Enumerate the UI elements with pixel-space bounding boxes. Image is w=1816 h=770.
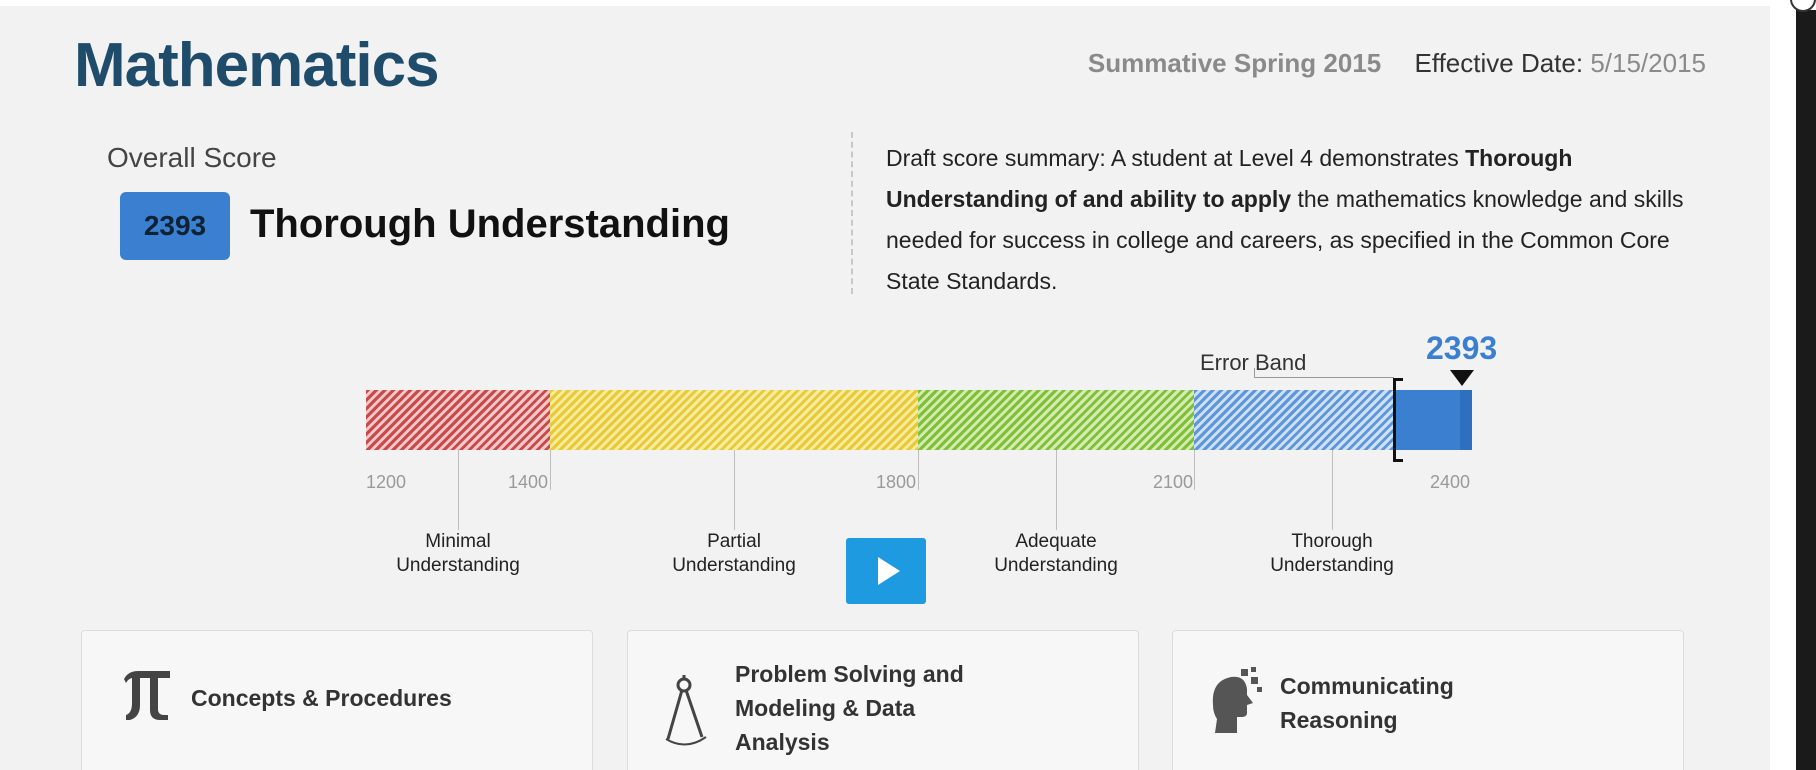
page-title: Mathematics [74, 31, 440, 100]
report-meta: Summative Spring 2015 Effective Date: 5/… [1088, 48, 1706, 79]
assessment-name: Summative Spring 2015 [1087, 48, 1382, 78]
scale-tick-1200: 1200 [366, 472, 407, 492]
level-label-line: Understanding [994, 555, 1118, 576]
overall-score-badge: 2393 [120, 192, 230, 260]
claim-card-title-line: Communicating [1280, 673, 1454, 699]
level-label-minimal: Minimal Understanding [373, 530, 543, 578]
claim-card-problem-solving[interactable]: Problem Solving and Modeling & Data Anal… [627, 630, 1139, 770]
scale-segment-minimal [366, 390, 550, 450]
overall-score-label: Overall Score [107, 142, 277, 173]
scale-tick-1400: 1400 [508, 472, 549, 492]
overall-score-level: Thorough Understanding [250, 202, 730, 246]
section-divider [851, 132, 853, 294]
level-label-partial: Partial Understanding [649, 530, 819, 578]
error-band-label: Error Band [1200, 350, 1307, 375]
error-band-bracket [1393, 378, 1403, 462]
level-label-adequate: Adequate Understanding [971, 530, 1141, 578]
effective-date-value: 5/15/2015 [1590, 48, 1706, 78]
level-label-line: Understanding [672, 555, 796, 576]
scale-segment-adequate [918, 390, 1194, 450]
compass-icon [665, 675, 707, 746]
scrollbar[interactable] [1796, 10, 1816, 770]
score-marker-value: 2393 [1426, 330, 1498, 366]
level-label-line: Understanding [396, 555, 520, 576]
play-video-button[interactable] [846, 538, 926, 604]
claim-card-title-line: Analysis [735, 729, 830, 755]
play-icon [878, 557, 900, 585]
boundary-line-2100 [1194, 450, 1195, 490]
score-band-end [1460, 390, 1472, 450]
speaking-head-icon [1212, 667, 1262, 733]
scale-segment-thorough [1194, 390, 1393, 450]
score-report-panel: Mathematics Summative Spring 2015 Effect… [0, 6, 1770, 770]
claim-card-title: Problem Solving and Modeling & Data Anal… [735, 657, 964, 759]
level-line-minimal [458, 450, 459, 530]
level-label-line: Partial [707, 531, 761, 552]
claim-card-title-line: Reasoning [1280, 707, 1398, 733]
claim-card-title-line: Problem Solving and [735, 661, 964, 687]
level-line-thorough [1332, 450, 1333, 530]
pi-icon [124, 671, 170, 720]
level-line-partial [734, 450, 735, 530]
level-label-line: Adequate [1015, 531, 1097, 552]
scale-tick-2100: 2100 [1153, 472, 1194, 492]
score-marker-triangle-icon [1450, 370, 1474, 386]
boundary-line-1400 [550, 450, 551, 490]
level-label-line: Minimal [425, 531, 491, 552]
scale-tick-1800: 1800 [876, 472, 917, 492]
scale-tick-2400: 2400 [1430, 472, 1471, 492]
claim-card-title: Communicating Reasoning [1280, 669, 1454, 737]
claim-card-communicating[interactable]: Communicating Reasoning [1172, 630, 1684, 770]
level-label-thorough: Thorough Understanding [1247, 530, 1417, 578]
level-line-adequate [1056, 450, 1057, 530]
level-label-line: Thorough [1291, 531, 1373, 552]
score-summary-text: Draft score summary: A student at Level … [886, 138, 1706, 302]
summary-prefix: Draft score summary: A student at Level … [886, 145, 1466, 171]
claim-card-title-line: Modeling & Data [735, 695, 916, 721]
boundary-line-1800 [918, 450, 919, 490]
scale-segment-partial [550, 390, 918, 450]
level-label-line: Understanding [1270, 555, 1394, 576]
effective-date-label: Effective Date: [1414, 48, 1584, 78]
claim-card-title: Concepts & Procedures [191, 685, 452, 711]
claim-card-concepts[interactable]: Concepts & Procedures [81, 630, 593, 770]
